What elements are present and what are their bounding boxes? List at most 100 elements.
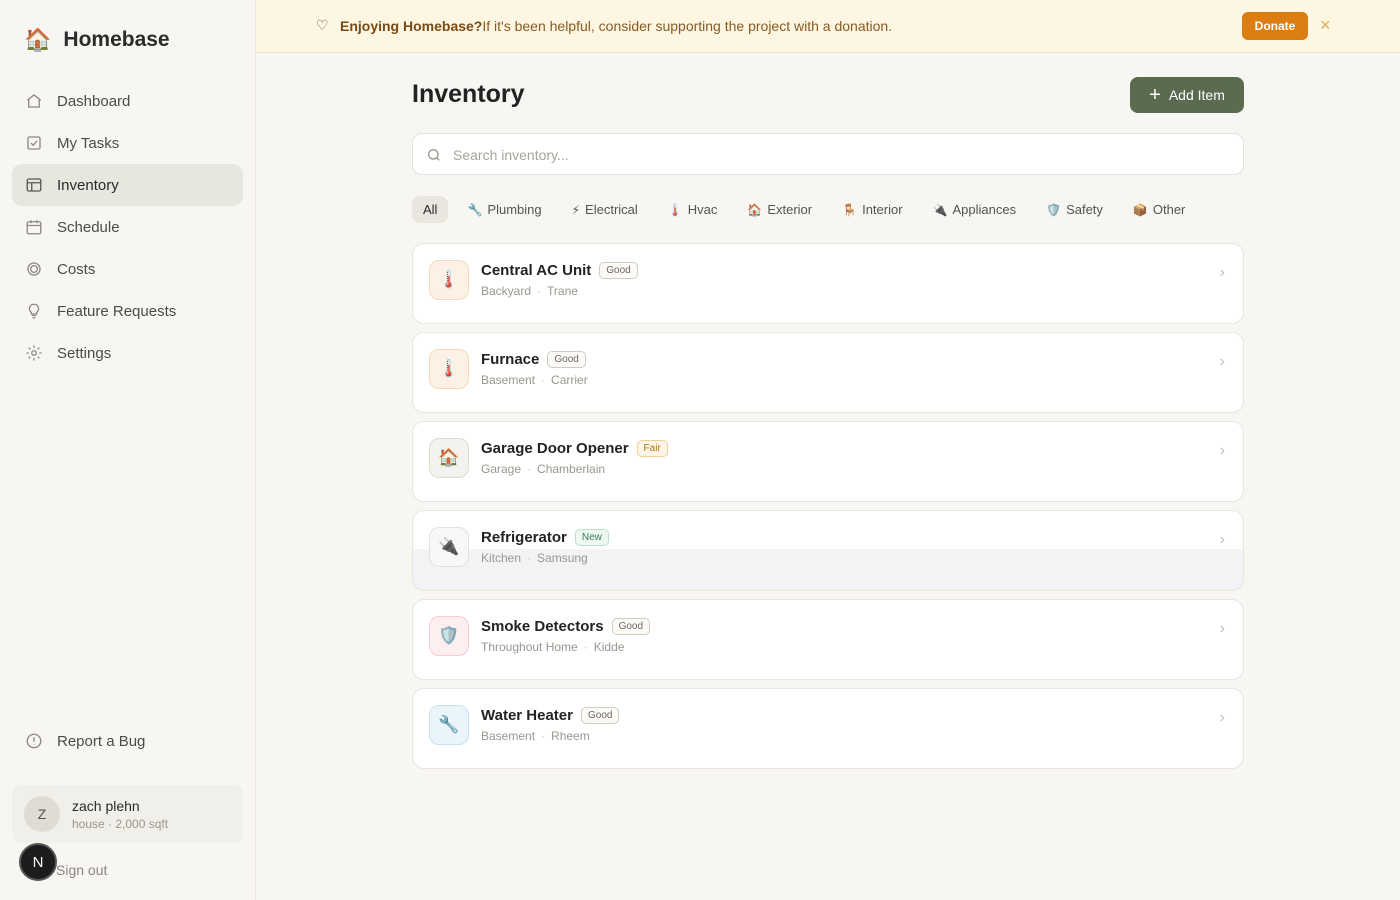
status-badge: New — [574, 529, 609, 546]
lightning-icon: ⚡ — [571, 202, 581, 217]
chevron-right-icon: › — [1219, 353, 1225, 370]
banner-message: Enjoying Homebase?If it's been helpful, … — [340, 18, 892, 34]
item-details: Backyard · Trane — [481, 284, 578, 298]
sidebar-item-label: Dashboard — [57, 92, 131, 110]
item-location: Kitchen — [481, 551, 522, 565]
sidebar-item-dashboard[interactable]: Dashboard — [12, 80, 243, 122]
table-icon — [25, 176, 43, 194]
search-box — [412, 133, 1244, 175]
filter-label: Appliances — [952, 202, 1017, 217]
nextjs-dev-badge[interactable]: N — [19, 843, 57, 881]
item-name: Central AC Unit Good — [481, 262, 638, 279]
inventory-item-central-ac-unit[interactable]: 🌡️ Central AC Unit Good Backyard · Trane › — [412, 243, 1244, 324]
inventory-item-garage-door-opener[interactable]: 🏠 Garage Door Opener Fair Garage · Chamberl… — [412, 421, 1244, 502]
item-brand: Rheem — [551, 729, 590, 743]
sidebar-item-settings[interactable]: Settings — [12, 332, 243, 374]
item-brand: Chamberlain — [537, 462, 606, 476]
inventory-item-smoke-detectors[interactable]: 🛡️ Smoke Detectors Good Throughout Home · K… — [412, 599, 1244, 680]
sidebar-item-inventory[interactable]: Inventory — [12, 164, 243, 206]
donate-button[interactable]: Donate — [1242, 12, 1308, 40]
status-badge: Fair — [636, 440, 668, 457]
item-name-text: Garage Door Opener — [481, 440, 629, 457]
sidebar-item-costs[interactable]: Costs — [12, 248, 243, 290]
item-name-text: Refrigerator — [481, 529, 567, 546]
item-details: Basement · Rheem — [481, 729, 590, 743]
category-filters: All 🔧 Plumbing ⚡ Electrical 🌡️ Hvac 🏠 Exteri… — [412, 196, 1196, 223]
sidebar-item-label: Costs — [57, 260, 96, 278]
separator: · — [527, 551, 532, 565]
filter-label: Exterior — [767, 202, 813, 217]
search-input[interactable] — [453, 143, 1213, 167]
inventory-item-furnace[interactable]: 🌡️ Furnace Good Basement · Carrier › — [412, 332, 1244, 413]
status-badge: Good — [580, 707, 620, 724]
plug-icon: 🔌 — [429, 527, 469, 567]
plug-icon: 🔌 — [932, 202, 948, 217]
sidebar-item-schedule[interactable]: Schedule — [12, 206, 243, 248]
close-icon[interactable]: × — [1320, 15, 1331, 36]
thermometer-icon: 🌡️ — [667, 202, 683, 217]
banner-headline: Enjoying Homebase? — [340, 18, 483, 34]
filter-electrical[interactable]: ⚡ Electrical — [561, 196, 649, 223]
item-details: Kitchen · Samsung — [481, 551, 588, 565]
report-bug-link[interactable]: Report a Bug — [25, 732, 145, 750]
avatar: Z — [24, 796, 60, 832]
add-item-label: Add Item — [1168, 87, 1225, 103]
filter-plumbing[interactable]: 🔧 Plumbing — [456, 196, 552, 223]
separator: · — [541, 729, 546, 743]
user-card[interactable]: Z zach plehn house · 2,000 sqft — [12, 785, 243, 843]
sidebar-item-label: Schedule — [57, 218, 120, 236]
status-badge: Good — [599, 262, 638, 279]
item-details: Garage · Chamberlain — [481, 462, 605, 476]
shield-icon: 🛡️ — [429, 616, 469, 656]
filter-interior[interactable]: 🪑 Interior — [831, 196, 913, 223]
item-details: Throughout Home · Kidde — [481, 640, 624, 654]
item-name-text: Furnace — [481, 351, 540, 368]
sidebar: 🏠 Homebase Dashboard My Tasks Inventory — [0, 0, 256, 900]
filter-other[interactable]: 📦 Other — [1122, 196, 1196, 223]
separator: · — [537, 284, 542, 298]
item-brand: Trane — [547, 284, 578, 298]
separator: · — [527, 462, 532, 476]
wrench-icon: 🔧 — [467, 202, 483, 217]
user-name: zach plehn — [72, 797, 140, 814]
status-badge: Good — [611, 618, 651, 635]
inventory-item-water-heater[interactable]: 🔧 Water Heater Good Basement · Rheem › — [412, 688, 1244, 769]
chevron-right-icon: › — [1219, 709, 1225, 726]
status-badge: Good — [547, 351, 586, 368]
sidebar-item-feature-requests[interactable]: Feature Requests — [12, 290, 243, 332]
add-item-button[interactable]: + Add Item — [1130, 77, 1244, 113]
filter-safety[interactable]: 🛡️ Safety — [1035, 196, 1114, 223]
sign-out-link[interactable]: Sign out — [56, 862, 107, 878]
chair-icon: 🪑 — [842, 202, 858, 217]
item-name-text: Water Heater — [481, 707, 573, 724]
item-name: Furnace Good — [481, 351, 586, 368]
brand[interactable]: 🏠 Homebase — [24, 28, 170, 52]
heart-icon: ♡ — [316, 17, 329, 33]
item-name: Water Heater Good — [481, 707, 620, 724]
filter-appliances[interactable]: 🔌 Appliances — [922, 196, 1028, 223]
item-brand: Samsung — [537, 551, 588, 565]
item-location: Basement — [481, 729, 536, 743]
inventory-item-refrigerator[interactable]: 🔌 Refrigerator New Kitchen · Samsung › — [412, 510, 1244, 591]
filter-label: Safety — [1066, 202, 1103, 217]
item-location: Throughout Home — [481, 640, 578, 654]
chevron-right-icon: › — [1219, 442, 1225, 459]
filter-hvac[interactable]: 🌡️ Hvac — [657, 196, 729, 223]
filter-label: Plumbing — [487, 202, 542, 217]
item-name: Refrigerator New — [481, 529, 609, 546]
sidebar-item-my-tasks[interactable]: My Tasks — [12, 122, 243, 164]
item-brand: Carrier — [551, 373, 588, 387]
item-name: Smoke Detectors Good — [481, 618, 651, 635]
search-icon — [428, 149, 440, 161]
report-bug-label: Report a Bug — [57, 732, 146, 750]
calendar-icon — [25, 218, 43, 236]
filter-all[interactable]: All — [412, 196, 449, 223]
separator: · — [583, 640, 588, 654]
filter-exterior[interactable]: 🏠 Exterior — [736, 196, 823, 223]
donation-banner: ♡ Enjoying Homebase?If it's been helpful… — [256, 0, 1400, 53]
home-icon — [25, 92, 43, 110]
plus-icon: + — [1149, 84, 1161, 106]
package-icon: 📦 — [1132, 202, 1148, 217]
item-location: Basement — [481, 373, 536, 387]
page-title: Inventory — [412, 80, 525, 108]
